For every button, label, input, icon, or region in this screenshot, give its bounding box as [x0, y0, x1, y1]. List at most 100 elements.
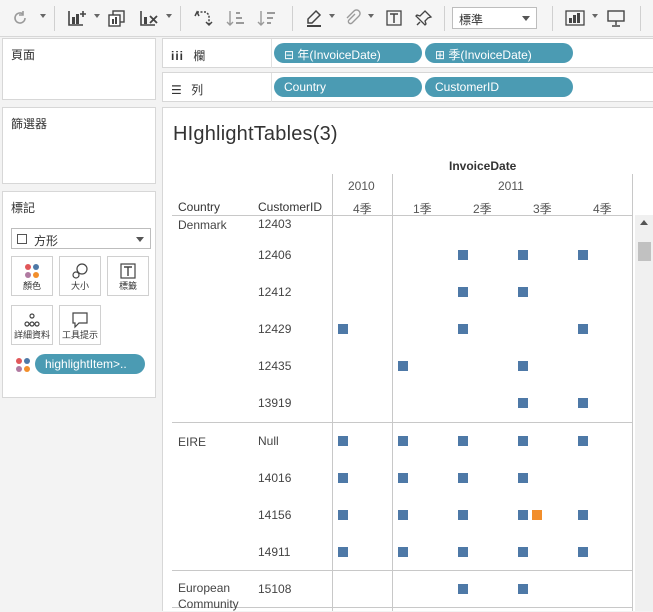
square-mark[interactable]: [578, 250, 588, 260]
sort-ascending-icon[interactable]: [226, 8, 246, 28]
tooltip-button[interactable]: 工具提示: [59, 305, 101, 345]
undo-dropdown-icon[interactable]: [40, 14, 46, 18]
rows-shelf[interactable]: ☰ 列 Country CustomerID: [162, 72, 653, 102]
square-mark[interactable]: [578, 510, 588, 520]
highlight-icon[interactable]: [304, 8, 324, 28]
square-mark[interactable]: [518, 547, 528, 557]
pages-panel[interactable]: 頁面: [2, 38, 156, 100]
customerid-column-header[interactable]: CustomerID: [258, 200, 322, 214]
customer-id-cell[interactable]: 12403: [258, 217, 291, 231]
rows-shelf-label: ☰ 列: [171, 83, 204, 97]
square-mark[interactable]: [578, 436, 588, 446]
square-mark[interactable]: [578, 398, 588, 408]
square-mark[interactable]: [518, 510, 528, 520]
detail-button[interactable]: 詳細資料: [11, 305, 53, 345]
square-mark[interactable]: [518, 398, 528, 408]
add-data-source-icon[interactable]: [66, 8, 88, 28]
text-label-icon[interactable]: [384, 8, 404, 28]
square-mark[interactable]: [518, 584, 528, 594]
square-mark[interactable]: [398, 473, 408, 483]
square-mark[interactable]: [338, 473, 348, 483]
size-button[interactable]: 大小: [59, 256, 101, 296]
square-mark[interactable]: [458, 436, 468, 446]
highlight-dropdown-icon[interactable]: [329, 14, 335, 18]
swap-rows-columns-icon[interactable]: [192, 8, 214, 28]
square-mark[interactable]: [458, 510, 468, 520]
customer-id-cell[interactable]: 14911: [258, 545, 290, 559]
vertical-scrollbar[interactable]: [635, 215, 653, 611]
quarter-invoicedate-pill[interactable]: ⊞ 季(InvoiceDate): [425, 43, 573, 63]
square-mark[interactable]: [458, 473, 468, 483]
year-invoicedate-pill[interactable]: ⊟ 年(InvoiceDate): [274, 43, 422, 63]
customer-id-cell[interactable]: 13919: [258, 396, 291, 410]
label-button[interactable]: 標籤: [107, 256, 149, 296]
columns-icon: iii: [171, 49, 185, 63]
square-mark[interactable]: [458, 584, 468, 594]
year-2011-header[interactable]: 2011: [498, 179, 524, 193]
toolbar-divider: [552, 6, 553, 31]
pin-icon[interactable]: [414, 8, 434, 28]
customer-id-cell[interactable]: 12412: [258, 285, 291, 299]
show-me-icon[interactable]: [565, 8, 587, 28]
square-mark[interactable]: [578, 324, 588, 334]
customer-id-cell[interactable]: 12435: [258, 359, 291, 373]
square-mark[interactable]: [458, 250, 468, 260]
mark-type-select[interactable]: 方形: [11, 228, 151, 249]
country-column-header[interactable]: Country: [178, 200, 220, 214]
square-mark[interactable]: [458, 324, 468, 334]
clear-sheet-icon[interactable]: [138, 8, 160, 28]
sort-descending-icon[interactable]: [257, 8, 277, 28]
scroll-up-arrow-icon[interactable]: [640, 220, 648, 225]
show-me-dropdown-icon[interactable]: [592, 14, 598, 18]
square-mark[interactable]: [518, 250, 528, 260]
square-mark[interactable]: [458, 547, 468, 557]
country-pill[interactable]: Country: [274, 77, 422, 97]
square-mark[interactable]: [518, 361, 528, 371]
new-worksheet-icon[interactable]: [106, 8, 128, 28]
fit-width-select[interactable]: 標準: [452, 7, 537, 29]
customer-id-cell[interactable]: 12406: [258, 248, 291, 262]
customer-id-cell[interactable]: 14156: [258, 508, 291, 522]
customer-id-cell[interactable]: 14016: [258, 471, 291, 485]
filters-panel[interactable]: 篩選器: [2, 107, 156, 184]
square-mark[interactable]: [398, 436, 408, 446]
presentation-icon[interactable]: [606, 8, 626, 28]
customer-id-cell[interactable]: 12429: [258, 322, 291, 336]
customer-id-cell[interactable]: Null: [258, 434, 279, 448]
year-2010-header[interactable]: 2010: [348, 179, 375, 193]
square-mark[interactable]: [338, 547, 348, 557]
rows-icon: ☰: [171, 83, 182, 97]
country-cell[interactable]: European Community: [178, 580, 239, 612]
clear-dropdown-icon[interactable]: [166, 14, 172, 18]
square-mark[interactable]: [458, 287, 468, 297]
square-mark[interactable]: [338, 324, 348, 334]
columns-shelf[interactable]: iii 欄 ⊟ 年(InvoiceDate) ⊞ 季(InvoiceDate): [162, 38, 653, 68]
scrollbar-thumb[interactable]: [638, 242, 651, 261]
square-mark[interactable]: [518, 473, 528, 483]
attach-dropdown-icon[interactable]: [368, 14, 374, 18]
label-icon: [108, 262, 148, 280]
add-dropdown-icon[interactable]: [94, 14, 100, 18]
highlighted-square-mark[interactable]: [532, 510, 542, 520]
worksheet-view: HIghlightTables(3): [162, 107, 653, 611]
highlight-item-pill[interactable]: highlightItem>..: [35, 354, 145, 374]
toolbar-divider: [292, 6, 293, 31]
square-mark[interactable]: [578, 547, 588, 557]
attach-icon[interactable]: [342, 8, 362, 28]
square-mark[interactable]: [338, 510, 348, 520]
square-mark[interactable]: [398, 510, 408, 520]
shelf-divider: [271, 39, 272, 68]
square-mark[interactable]: [338, 436, 348, 446]
highlight-item-pill-label: highlightItem>..: [45, 357, 127, 371]
square-mark[interactable]: [518, 287, 528, 297]
square-mark[interactable]: [398, 547, 408, 557]
square-mark[interactable]: [518, 436, 528, 446]
country-cell[interactable]: EIRE: [178, 434, 206, 450]
customer-id-cell[interactable]: 15108: [258, 582, 291, 596]
undo-icon[interactable]: [10, 8, 30, 28]
square-mark[interactable]: [398, 361, 408, 371]
country-cell[interactable]: Denmark: [178, 217, 227, 233]
color-button[interactable]: 顏色: [11, 256, 53, 296]
toolbar-divider: [640, 6, 641, 31]
customerid-pill[interactable]: CustomerID: [425, 77, 573, 97]
